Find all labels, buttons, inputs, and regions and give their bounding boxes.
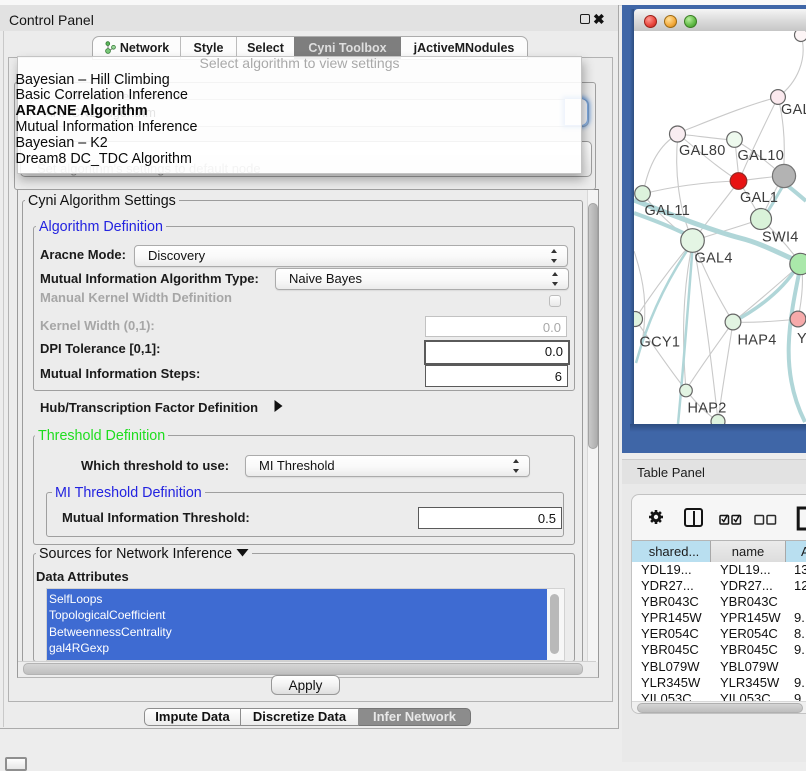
svg-text:GAL80: GAL80 — [679, 143, 726, 159]
svg-text:HAP2: HAP2 — [688, 401, 727, 417]
svg-text:SWI4: SWI4 — [762, 230, 799, 246]
svg-text:GAL1: GAL1 — [740, 190, 778, 206]
svg-text:GAL11: GAL11 — [645, 203, 691, 219]
svg-text:GAL10: GAL10 — [738, 148, 785, 164]
svg-text:HAP4: HAP4 — [738, 333, 777, 349]
svg-text:Y: Y — [797, 331, 806, 347]
svg-text:GCY1: GCY1 — [640, 335, 681, 351]
svg-text:GAL: GAL — [781, 102, 806, 118]
svg-text:GAL4: GAL4 — [695, 251, 733, 267]
